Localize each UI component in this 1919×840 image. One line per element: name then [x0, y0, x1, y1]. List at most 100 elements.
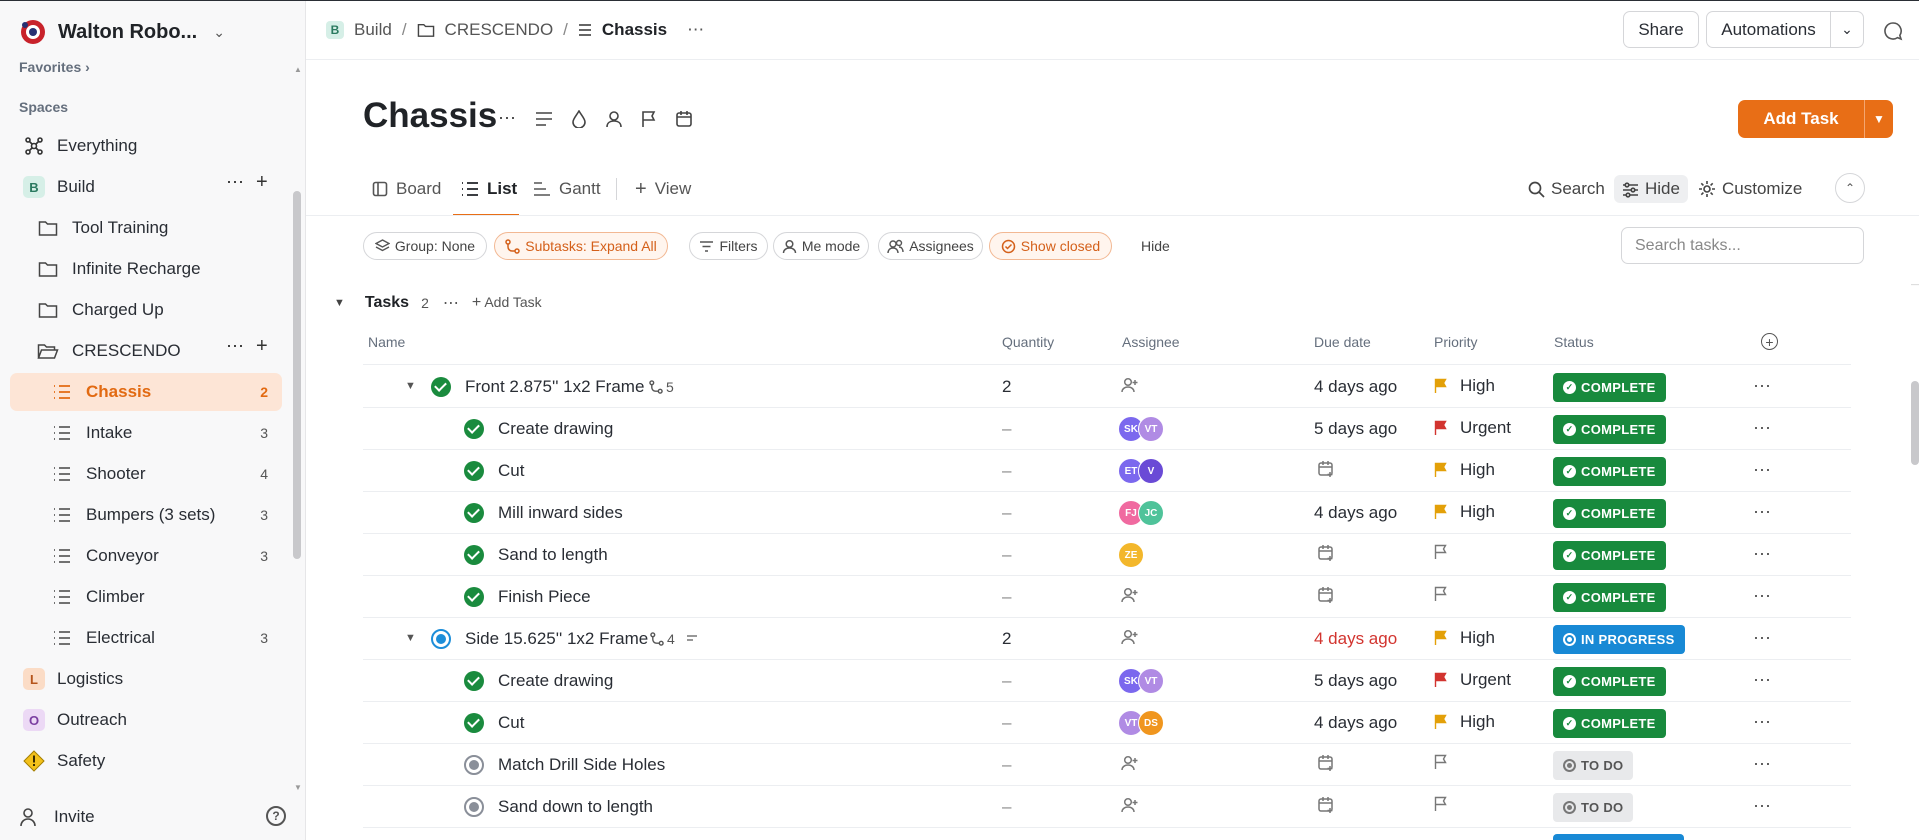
more-icon[interactable]: ⋯ [1753, 376, 1772, 397]
sidebar-item-charged-up[interactable]: Charged Up [10, 291, 282, 329]
description-icon[interactable] [535, 111, 553, 127]
expand-caret-icon[interactable]: ▼ [405, 380, 416, 392]
status-badge[interactable]: ✓ COMPLETE [1553, 373, 1666, 402]
sidebar-item-build[interactable]: B Build ⋯ + [10, 168, 282, 206]
collapse-header-button[interactable]: ⌃ [1835, 173, 1865, 203]
complete-status-icon[interactable] [464, 713, 484, 733]
sidebar-item-logistics[interactable]: L Logistics [10, 660, 282, 698]
status-badge[interactable]: ✓ COMPLETE [1553, 415, 1666, 444]
assignee-cell[interactable]: VT DS [1118, 710, 1164, 736]
scroll-up-icon[interactable]: ▲ [294, 65, 302, 74]
todo-status-icon[interactable] [464, 755, 484, 775]
complete-status-icon[interactable] [464, 671, 484, 691]
hide-filter-button[interactable]: Hide [1141, 232, 1170, 260]
color-drop-icon[interactable] [571, 109, 587, 128]
assignees-chip[interactable]: Assignees [878, 232, 983, 260]
quantity-cell[interactable]: 2 [1002, 629, 1011, 649]
complete-status-icon[interactable] [464, 587, 484, 607]
calendar-icon[interactable] [1317, 586, 1337, 606]
more-icon[interactable]: ⋯ [1753, 670, 1772, 691]
more-icon[interactable]: ⋯ [1753, 754, 1772, 775]
sidebar-item-safety[interactable]: Safety [10, 742, 282, 780]
show-closed-chip[interactable]: Show closed [989, 232, 1112, 260]
column-header-due-date[interactable]: Due date [1314, 334, 1371, 350]
sidebar-item-bumpers[interactable]: Bumpers (3 sets) 3 [10, 496, 282, 534]
subtasks-chip[interactable]: Subtasks: Expand All [494, 232, 668, 260]
more-icon[interactable]: ⋯ [226, 172, 245, 193]
customize-button[interactable]: Customize [1698, 175, 1802, 203]
invite-button[interactable]: Invite [20, 807, 95, 827]
add-column-icon[interactable]: + [1761, 333, 1778, 350]
priority-cell[interactable]: High [1434, 376, 1495, 396]
priority-cell[interactable]: High [1434, 712, 1495, 732]
calendar-icon[interactable] [675, 110, 693, 128]
due-date-cell[interactable]: 5 days ago [1314, 419, 1397, 439]
task-name[interactable]: Cut [498, 461, 524, 481]
due-date-cell[interactable]: 5 days ago [1314, 671, 1397, 691]
due-date-cell[interactable]: 4 days ago [1314, 629, 1397, 649]
scroll-down-icon[interactable]: ▼ [294, 783, 302, 792]
favorites-header[interactable]: Favorites › [19, 59, 90, 75]
sidebar-scrollbar[interactable] [293, 191, 301, 559]
more-icon[interactable]: ⋯ [1753, 502, 1772, 523]
add-view-button[interactable]: + View [635, 175, 691, 203]
task-name[interactable]: Side 15.625'' 1x2 Frame [465, 629, 648, 649]
share-button[interactable]: Share [1623, 11, 1699, 48]
sidebar-item-conveyor[interactable]: Conveyor 3 [10, 537, 282, 575]
status-badge[interactable]: IN PROGRESS [1553, 625, 1685, 654]
due-date-cell[interactable]: 4 days ago [1314, 713, 1397, 733]
subtask-count[interactable]: 4 [650, 631, 698, 647]
more-icon[interactable]: ⋯ [1753, 796, 1772, 817]
scroll-up-icon[interactable]: — [1911, 280, 1919, 289]
search-tasks-input[interactable]: Search tasks... [1621, 227, 1864, 264]
breadcrumb-space[interactable]: Build [354, 20, 392, 40]
column-header-quantity[interactable]: Quantity [1002, 334, 1054, 350]
status-badge[interactable]: ✓ COMPLETE [1553, 709, 1666, 738]
table-row[interactable]: Cut – VT DS 4 days ago High ✓ COMPLETE ⋯ [363, 702, 1851, 744]
status-badge[interactable]: ✓ COMPLETE [1553, 583, 1666, 612]
quantity-cell[interactable]: – [1002, 671, 1011, 691]
column-header-name[interactable]: Name [368, 334, 405, 350]
more-icon[interactable]: ⋯ [1753, 712, 1772, 733]
status-badge[interactable]: TO DO [1553, 793, 1634, 822]
plus-icon[interactable]: + [256, 335, 268, 358]
task-name[interactable]: Create drawing [498, 419, 613, 439]
table-row[interactable]: ▼ Side 15.625'' 1x2 Frame 4 2 4 days ago… [363, 618, 1851, 660]
in-progress-status-icon[interactable] [431, 629, 451, 649]
workspace-switcher[interactable]: Walton Robo... ⌄ [20, 17, 225, 47]
complete-status-icon[interactable] [464, 503, 484, 523]
quantity-cell[interactable]: – [1002, 419, 1011, 439]
sidebar-item-chassis[interactable]: Chassis 2 [10, 373, 282, 411]
sidebar-item-crescendo[interactable]: CRESCENDO ⋯ + [10, 332, 282, 370]
complete-status-icon[interactable] [464, 545, 484, 565]
quantity-cell[interactable]: – [1002, 545, 1011, 565]
status-badge[interactable]: ✓ COMPLETE [1553, 499, 1666, 528]
table-row[interactable]: Match Drill Side Holes – TO DO ⋯ [363, 744, 1851, 786]
more-icon[interactable]: ⋯ [226, 336, 245, 357]
priority-cell[interactable]: High [1434, 628, 1495, 648]
quantity-cell[interactable]: – [1002, 713, 1011, 733]
assignee-cell[interactable]: SK VT [1118, 416, 1164, 442]
table-row[interactable]: Create drawing – SK VT 5 days ago Urgent … [363, 408, 1851, 450]
task-name[interactable]: Create drawing [498, 671, 613, 691]
tab-gantt[interactable]: Gantt [533, 175, 601, 203]
add-assignee-icon[interactable] [1121, 377, 1139, 398]
complete-status-icon[interactable] [431, 377, 451, 397]
quantity-cell[interactable]: – [1002, 755, 1011, 775]
assignee-cell[interactable]: FJ JC [1118, 500, 1164, 526]
more-icon[interactable]: ⋯ [1753, 586, 1772, 607]
status-badge[interactable]: ✓ COMPLETE [1553, 457, 1666, 486]
quantity-cell[interactable]: – [1002, 587, 1011, 607]
add-assignee-icon[interactable] [1121, 797, 1139, 818]
priority-cell[interactable]: Urgent [1434, 670, 1511, 690]
assignee-cell[interactable]: ET V [1118, 458, 1164, 484]
table-row[interactable]: Cut – ET V High ✓ COMPLETE ⋯ [363, 450, 1851, 492]
task-name[interactable]: Match Drill Side Holes [498, 755, 665, 775]
todo-status-icon[interactable] [464, 797, 484, 817]
tab-board[interactable]: Board [372, 175, 441, 203]
me-mode-chip[interactable]: Me mode [773, 232, 869, 260]
chat-icon[interactable] [1883, 21, 1903, 41]
task-name[interactable]: Finish Piece [498, 587, 591, 607]
flag-icon[interactable] [641, 110, 657, 128]
collapse-caret-icon[interactable]: ▼ [334, 297, 345, 309]
